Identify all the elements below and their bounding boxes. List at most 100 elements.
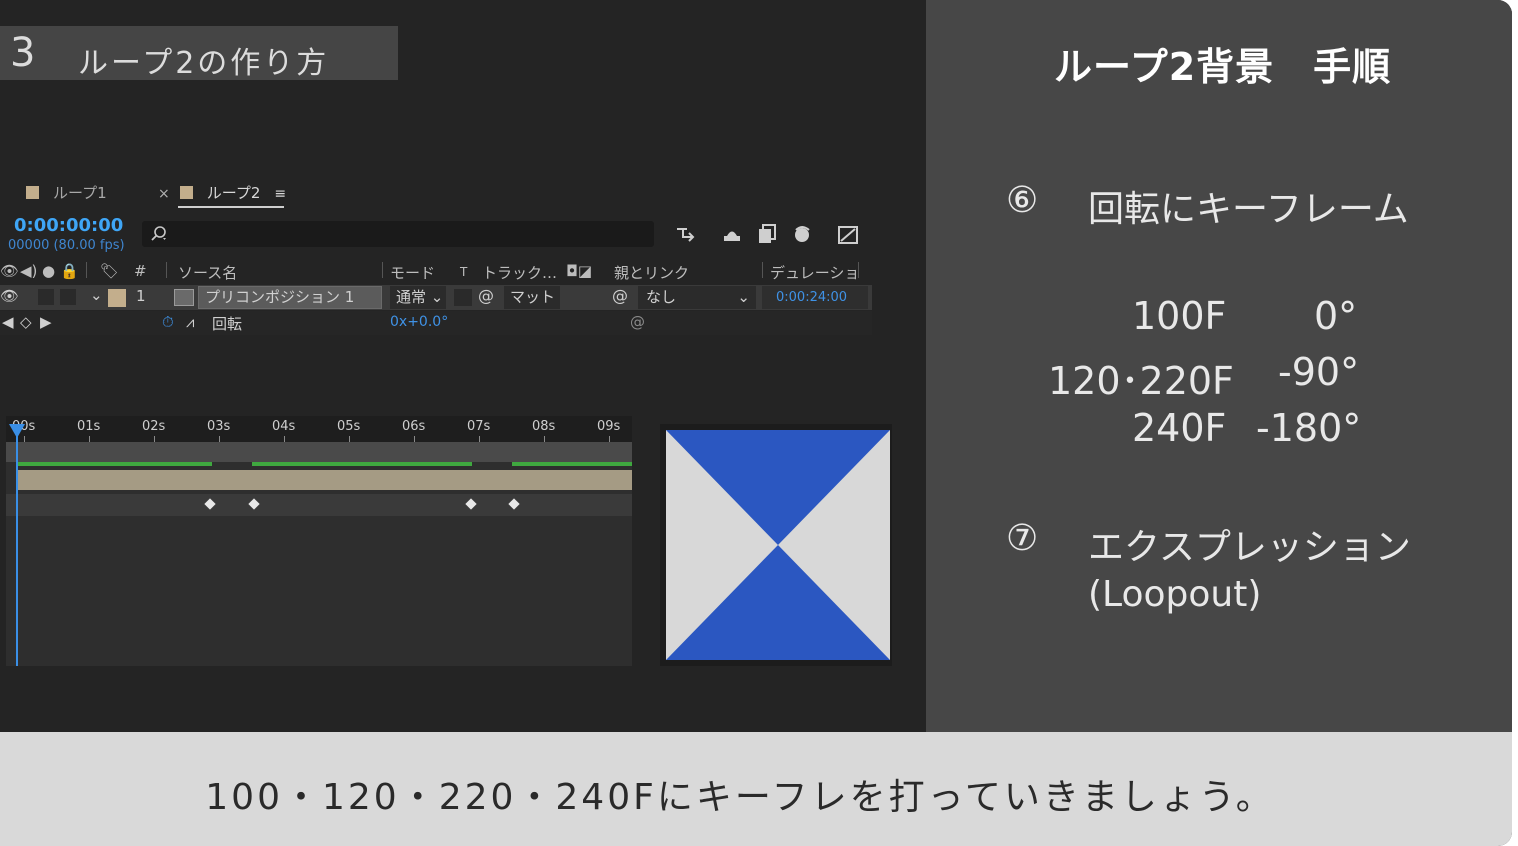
menu-icon[interactable]: ≡ xyxy=(274,186,286,202)
kf1-frame: 100F xyxy=(1132,294,1227,338)
tab-loop1[interactable]: ループ1 xyxy=(26,182,107,203)
keyframe-220f[interactable] xyxy=(465,498,477,510)
chevron-down-icon[interactable]: ⌄ xyxy=(90,286,103,304)
step6-number: ⑥ xyxy=(1006,180,1039,221)
frame-rate-readout: 00000 (80.00 fps) xyxy=(8,238,125,253)
column-mode[interactable]: モード xyxy=(390,262,435,283)
property-name: 回転 xyxy=(212,315,243,333)
ruler-label: 07s xyxy=(467,419,491,434)
rotation-value[interactable]: 0x+0.0° xyxy=(390,314,448,330)
current-time-indicator[interactable] xyxy=(16,430,18,666)
shy-layers-icon[interactable] xyxy=(720,222,744,246)
visibility-eye-icon[interactable]: 👁 xyxy=(0,287,19,305)
layer-name[interactable]: プリコンポジション 1 xyxy=(198,286,382,309)
ruler-label: 04s xyxy=(272,419,296,434)
column-t: T xyxy=(460,265,468,279)
rotation-property-row[interactable]: ◀ ◇ ▶ ⏱ ⩘ 回転 0x+0.0° @ xyxy=(0,311,872,335)
motion-blur-icon[interactable] xyxy=(790,222,814,246)
tab-loop2[interactable]: × ループ2 ≡ xyxy=(158,182,286,203)
time-ruler[interactable]: 00s 01s 02s 03s 04s 05s 06s 07s 08s 09s xyxy=(6,416,632,442)
step7-text: エクスプレッション xyxy=(1088,527,1411,568)
track-matte-dropdown[interactable]: マット ⌄ xyxy=(504,286,560,329)
track-matte-value: マット xyxy=(510,288,556,306)
composition-preview xyxy=(660,424,892,666)
frame-blending-icon[interactable] xyxy=(755,222,779,246)
visibility-eye-icon[interactable]: 👁 xyxy=(0,262,19,280)
spiral-link-icon[interactable]: @ xyxy=(478,286,494,305)
column-number: # xyxy=(134,262,147,280)
timeline-panel[interactable]: 00s 01s 02s 03s 04s 05s 06s 07s 08s 09s xyxy=(6,416,632,666)
ruler-label: 03s xyxy=(207,419,231,434)
column-parent[interactable]: 親とリンク xyxy=(614,262,689,283)
current-timecode[interactable]: 0:00:00:00 xyxy=(14,215,123,236)
switches-icon: ◘◪ xyxy=(566,262,593,280)
parent-value: なし xyxy=(646,288,677,306)
graph-editor-icon[interactable] xyxy=(836,222,860,246)
subtitle-text: 100・120・220・240Fにキーフレを打っていきましょう。 xyxy=(205,777,1275,818)
layer-row[interactable]: 👁 ⌄ 1 プリコンポジション 1 通常 ⌄ @ マット ⌄ @ なし ⌄ 0:0… xyxy=(0,285,872,329)
preserve-transparency-toggle[interactable] xyxy=(454,289,472,306)
tab-label: ループ2 xyxy=(206,184,261,202)
step7-number: ⑦ xyxy=(1006,518,1039,559)
precomp-icon xyxy=(174,289,194,306)
section-title: ループ2の作り方 xyxy=(78,46,330,81)
layer-duration[interactable]: 0:00:24:00 xyxy=(762,286,868,309)
audio-toggle[interactable] xyxy=(38,289,54,305)
label-tag-icon[interactable]: 🏷 xyxy=(100,262,119,280)
column-track-matte[interactable]: トラック… xyxy=(482,262,557,283)
keyframe-100f[interactable] xyxy=(204,498,216,510)
step6-text: 回転にキーフレーム xyxy=(1088,189,1409,230)
ruler-label: 01s xyxy=(77,419,101,434)
kf3-frame: 240F xyxy=(1132,406,1227,450)
work-area-bar[interactable] xyxy=(6,442,632,462)
layer-duration-bar[interactable] xyxy=(16,470,632,490)
column-source-name[interactable]: ソース名 xyxy=(178,262,237,283)
prev-keyframe-icon[interactable]: ◀ xyxy=(2,313,14,331)
add-keyframe-icon[interactable]: ◇ xyxy=(20,313,32,331)
graph-icon[interactable]: ⩘ xyxy=(186,313,194,331)
hourglass-shape xyxy=(666,430,890,660)
subtitle-bar: 100・120・220・240Fにキーフレを打っていきましょう。 xyxy=(0,732,1512,846)
comp-color-swatch xyxy=(179,186,193,199)
video-frame: 3 ループ2の作り方 ループ1 × ループ2 ≡ 0:00:00:00 00000 … xyxy=(0,0,1512,846)
search-icon xyxy=(151,226,166,241)
solo-toggle[interactable] xyxy=(60,289,76,305)
layer-index: 1 xyxy=(136,287,146,305)
keyframe-120f[interactable] xyxy=(248,498,260,510)
procedure-title: ループ2背景 手順 xyxy=(1054,45,1392,89)
composition-flowchart-icon[interactable] xyxy=(674,222,698,246)
audio-icon[interactable]: ◀) xyxy=(20,262,37,280)
render-cache-bar xyxy=(512,462,632,466)
ruler-label: 09s xyxy=(597,419,621,434)
procedure-panel: ループ2背景 手順 ⑥ 回転にキーフレーム 100F 0° 120･220F -… xyxy=(926,0,1512,732)
comp-color-swatch xyxy=(26,186,39,199)
mode-dropdown[interactable]: 通常 ⌄ xyxy=(390,286,446,309)
kf1-angle: 0° xyxy=(1314,294,1358,338)
layer-search-input[interactable] xyxy=(142,221,654,247)
kf2-angle: -90° xyxy=(1278,350,1360,394)
parent-pickwhip-icon[interactable]: @ xyxy=(612,286,628,305)
expression-pickwhip-icon[interactable]: @ xyxy=(630,313,645,331)
keyframe-240f[interactable] xyxy=(508,498,520,510)
ruler-label: 05s xyxy=(337,419,361,434)
keyframe-track[interactable] xyxy=(6,494,632,516)
mode-value: 通常 xyxy=(396,288,427,306)
ruler-label: 08s xyxy=(532,419,556,434)
chevron-down-icon: ⌄ xyxy=(737,288,750,306)
kf2-frame: 120･220F xyxy=(1048,359,1234,403)
ruler-label: 02s xyxy=(142,419,166,434)
stopwatch-icon[interactable]: ⏱ xyxy=(162,313,174,331)
section-number: 3 xyxy=(10,30,36,76)
active-tab-underline xyxy=(178,206,284,208)
next-keyframe-icon[interactable]: ▶ xyxy=(40,313,52,331)
solo-icon[interactable]: ● xyxy=(42,262,55,280)
parent-dropdown[interactable]: なし ⌄ xyxy=(638,286,756,309)
step7-subtext: (Loopout) xyxy=(1088,574,1262,615)
section-heading: 3 ループ2の作り方 xyxy=(0,26,398,81)
render-cache-bar xyxy=(252,462,472,466)
lock-icon[interactable]: 🔒 xyxy=(60,262,79,280)
close-icon[interactable]: × xyxy=(158,186,170,202)
tab-label: ループ1 xyxy=(53,184,107,202)
layer-column-headers: 👁 ◀) ● 🔒 🏷 # ソース名 モード T トラック… ◘◪ 親とリンク デ… xyxy=(0,262,872,303)
layer-label-color[interactable] xyxy=(108,289,126,307)
